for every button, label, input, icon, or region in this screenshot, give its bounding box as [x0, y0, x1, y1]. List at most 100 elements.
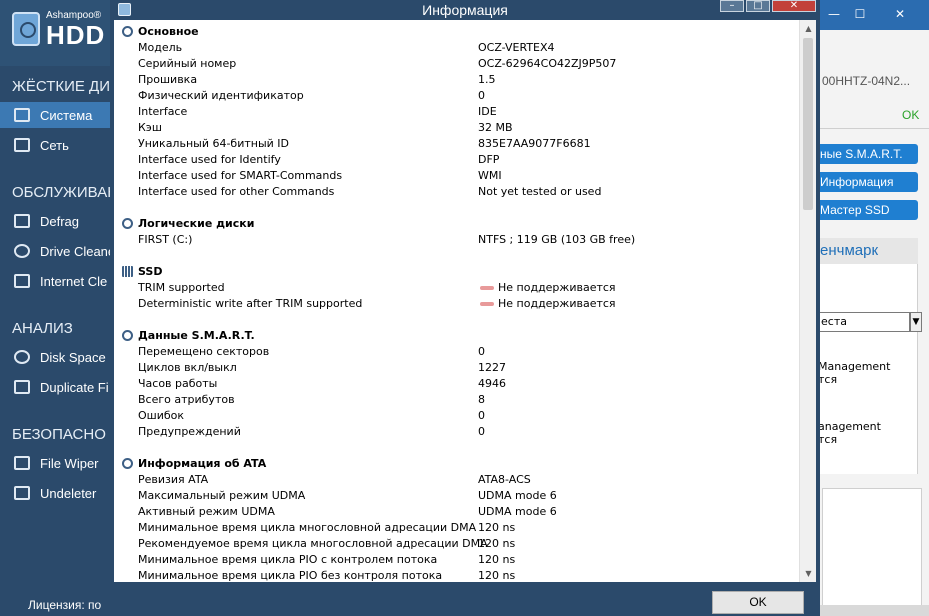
close-icon[interactable]: ✕ — [772, 0, 816, 12]
section-title: SSD — [138, 265, 163, 278]
info-key: FIRST (C:) — [138, 233, 193, 246]
section-title: Логические диски — [138, 217, 255, 230]
info-value: 32 MB — [478, 121, 513, 134]
info-row: Interface IDE — [114, 104, 798, 120]
info-row: Модель OCZ-VERTEX4 — [114, 40, 798, 56]
undeleter-icon — [14, 486, 30, 500]
info-key: Активный режим UDMA — [138, 505, 275, 518]
info-icon — [122, 218, 133, 229]
info-row: Часов работы 4946 — [114, 376, 798, 392]
scroll-down-icon[interactable]: ▼ — [800, 565, 816, 582]
internet-cleaner-icon — [14, 274, 30, 288]
info-key: Предупреждений — [138, 425, 241, 438]
info-key: Максимальный режим UDMA — [138, 489, 306, 502]
sidebar-item-defrag[interactable]: Defrag — [0, 208, 110, 234]
sidebar-item-system[interactable]: Система — [0, 102, 110, 128]
info-value: NTFS ; 119 GB (103 GB free) — [478, 233, 636, 246]
sidebar-item-disk-space[interactable]: Disk Space — [0, 344, 110, 370]
sidebar-item-internet-cleaner[interactable]: Internet Cle — [0, 268, 110, 294]
info-row: Кэш 32 MB — [114, 120, 798, 136]
info-value: 120 ns — [478, 553, 516, 566]
information-button[interactable]: Информация — [818, 172, 918, 192]
info-value: 1.5 — [478, 73, 496, 86]
info-row: Interface used for Identify DFP — [114, 152, 798, 168]
section-title: Основное — [138, 25, 199, 38]
info-row: Interface used for SMART-Commands WMI — [114, 168, 798, 184]
dialog-footer: OK — [114, 582, 816, 616]
section-header: Основное — [114, 24, 798, 40]
info-key: Физический идентификатор — [138, 89, 304, 102]
info-key: Interface — [138, 105, 188, 118]
drive-cleaner-icon — [14, 244, 30, 258]
info-row: FIRST (C:) NTFS ; 119 GB (103 GB free) — [114, 232, 798, 248]
info-content: Основное Модель OCZ-VERTEX4 Серийный номер O… — [114, 20, 816, 582]
main-minimize-icon[interactable]: — — [826, 7, 842, 21]
info-row: Активный режим UDMA UDMA mode 6 — [114, 504, 798, 520]
hdd-logo-icon — [12, 12, 40, 46]
sidebar-item-drive-cleaner[interactable]: Drive Cleane — [0, 238, 110, 264]
vertical-scrollbar[interactable]: ▲ ▼ — [799, 20, 816, 582]
ok-button[interactable]: OK — [712, 591, 804, 614]
info-value: 0 — [478, 425, 485, 438]
info-key: Уникальный 64-битный ID — [138, 137, 290, 150]
main-maximize-icon[interactable]: ☐ — [852, 7, 868, 21]
smart-data-button[interactable]: ные S.M.A.R.T. — [818, 144, 918, 164]
test-select[interactable]: еста — [818, 312, 910, 332]
unsupported-flag-icon — [480, 286, 494, 290]
minimize-icon[interactable]: – — [720, 0, 744, 12]
scroll-thumb[interactable] — [803, 38, 813, 210]
info-value: IDE — [478, 105, 497, 118]
info-key: Циклов вкл/выкл — [138, 361, 237, 374]
sidebar-item-network[interactable]: Сеть — [0, 132, 110, 158]
info-row: Уникальный 64-битный ID 835E7AA9077F6681 — [114, 136, 798, 152]
sidebar: Ashampoo® HDD C ЖЁСТКИЕ ДИС Система Сеть… — [0, 0, 110, 616]
file-wiper-icon — [14, 456, 30, 470]
scroll-up-icon[interactable]: ▲ — [800, 20, 816, 37]
chevron-down-icon[interactable]: ▼ — [910, 312, 922, 332]
sidebar-section-analysis: АНАЛИЗ — [12, 320, 73, 337]
info-key: Ревизия ATA — [138, 473, 209, 486]
info-key: Interface used for SMART-Commands — [138, 169, 343, 182]
section-title: Информация об ATA — [138, 457, 267, 470]
sidebar-item-undeleter[interactable]: Undeleter — [0, 480, 110, 506]
info-value: Not yet tested or used — [478, 185, 602, 198]
info-key: Минимальное время цикла PIO с контролем … — [138, 553, 438, 566]
info-row: Серийный номер OCZ-62964CO42ZJ9P507 — [114, 56, 798, 72]
main-close-icon[interactable]: ✕ — [892, 7, 908, 21]
info-list: Основное Модель OCZ-VERTEX4 Серийный номер O… — [114, 24, 798, 582]
info-value: 835E7AA9077F6681 — [478, 137, 591, 150]
info-row: Прошивка 1.5 — [114, 72, 798, 88]
sidebar-section-security: БЕЗОПАСНО — [12, 426, 106, 443]
info-value: 120 ns — [478, 537, 516, 550]
disk-space-icon — [14, 350, 30, 364]
info-row: Deterministic write after TRIM supported… — [114, 296, 798, 312]
info-row: Interface used for other Commands Not yet… — [114, 184, 798, 200]
management-status-1: тся — [818, 373, 838, 386]
benchmark-header: енчмарк — [818, 238, 918, 264]
section-header: SSD — [114, 264, 798, 280]
info-value: Не поддерживается — [498, 297, 616, 310]
info-key: Серийный номер — [138, 57, 237, 70]
info-key: Кэш — [138, 121, 162, 134]
license-text: Лицензия: по — [28, 598, 102, 612]
management-status-2: тся — [818, 433, 838, 446]
info-key: Модель — [138, 41, 183, 54]
info-row: Предупреждений 0 — [114, 424, 798, 440]
sidebar-item-file-wiper[interactable]: File Wiper — [0, 450, 110, 476]
info-key: Минимальное время цикла многословной адр… — [138, 521, 477, 534]
info-key: Interface used for other Commands — [138, 185, 335, 198]
maximize-icon[interactable]: □ — [746, 0, 770, 12]
section-header: Данные S.M.A.R.T. — [114, 328, 798, 344]
defrag-icon — [14, 214, 30, 228]
info-row: Ошибок 0 — [114, 408, 798, 424]
info-icon — [122, 26, 133, 37]
ssd-wizard-button[interactable]: Мастер SSD — [818, 200, 918, 220]
sidebar-item-duplicate-finder[interactable]: Duplicate Fi — [0, 374, 110, 400]
status-strip — [818, 605, 929, 616]
info-row: Ревизия ATA ATA8-ACS — [114, 472, 798, 488]
info-value: UDMA mode 6 — [478, 489, 557, 502]
info-row: Минимальное время цикла PIO без контроля… — [114, 568, 798, 582]
